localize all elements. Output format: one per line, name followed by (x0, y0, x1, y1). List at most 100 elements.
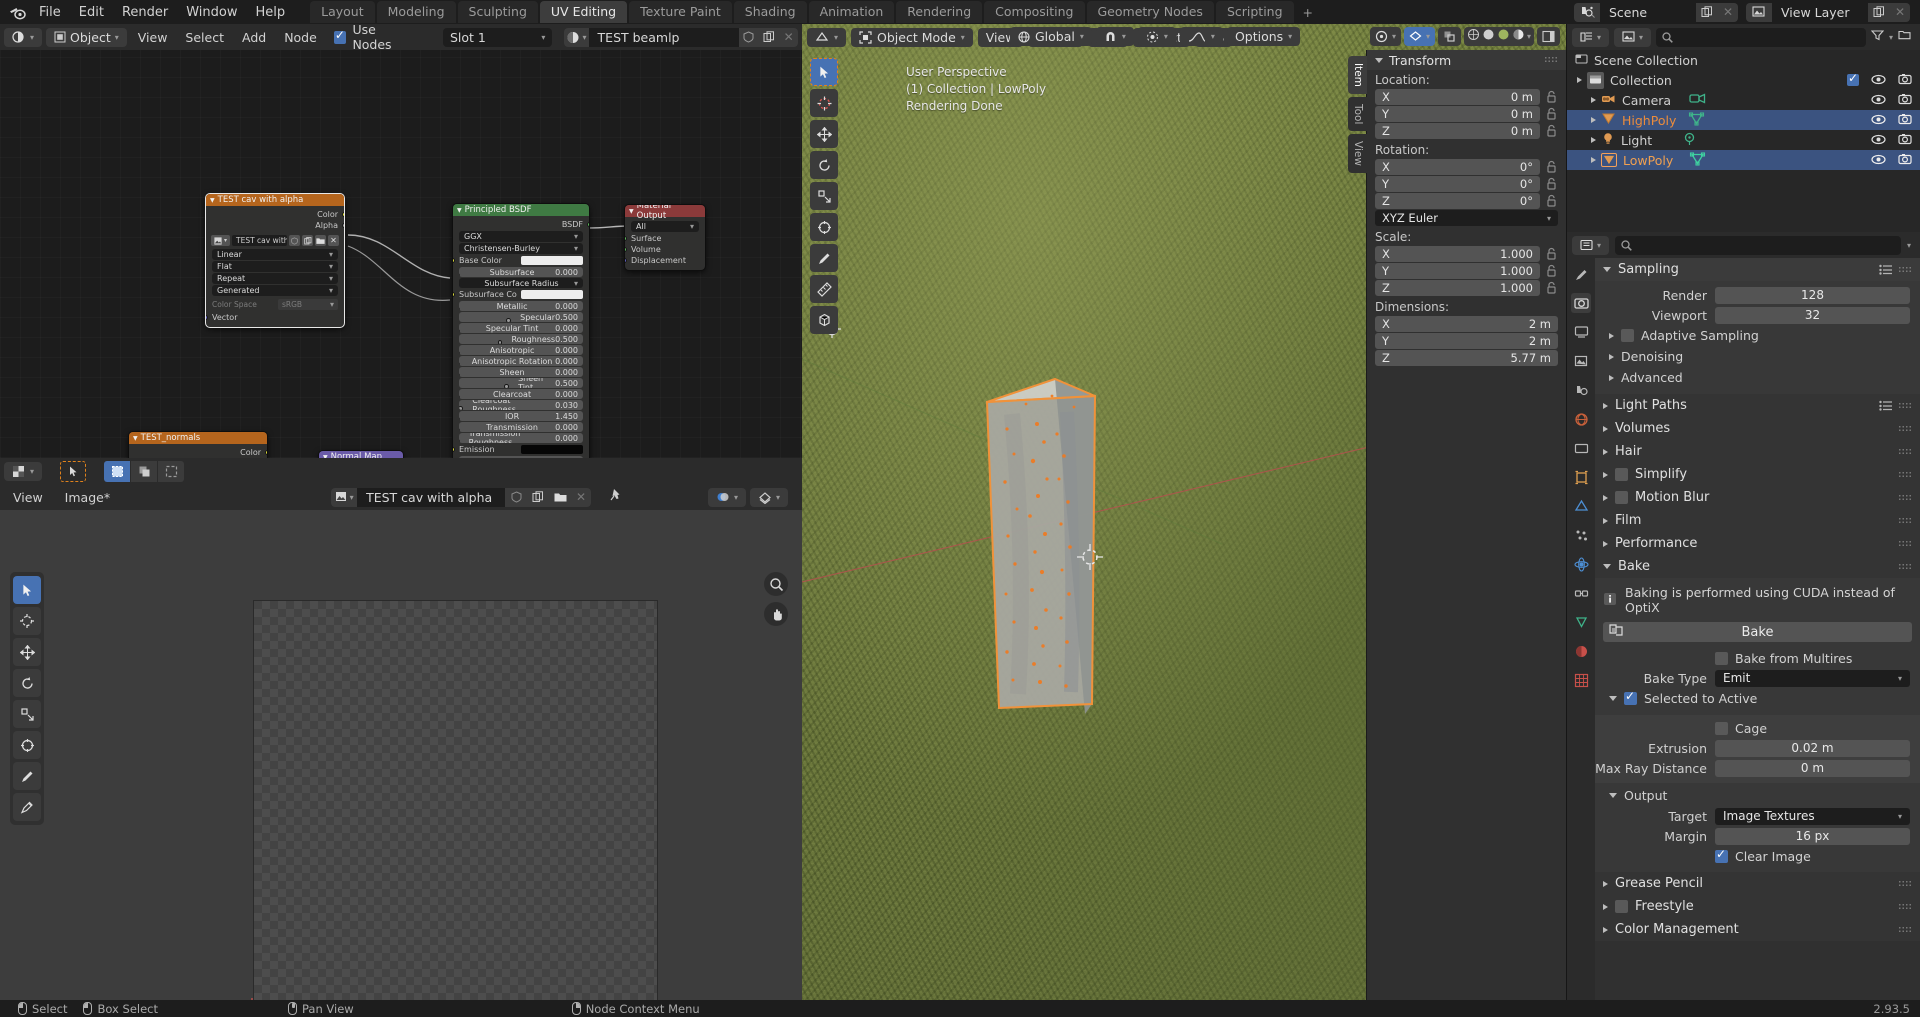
input-specular-tint[interactable]: Specular Tint 0.000 (459, 323, 583, 333)
ntab-item[interactable]: Item (1348, 56, 1367, 94)
tool-annotate[interactable] (13, 762, 41, 790)
tab-animation[interactable]: Animation (808, 1, 895, 23)
section-film-header[interactable]: Film (1595, 509, 1920, 532)
subsurface-method-dropdown[interactable]: Christensen-Burley ▾ (459, 243, 583, 254)
section-freestyle-header[interactable]: Freestyle (1595, 895, 1920, 918)
editor-type-selector[interactable]: ▾ (4, 27, 43, 47)
new-view-layer-icon[interactable] (1868, 2, 1890, 22)
viewport-sidebar-toggle[interactable] (1537, 27, 1560, 46)
freestyle-checkbox[interactable] (1615, 900, 1628, 913)
tool-tweak[interactable] (13, 576, 41, 604)
bake-type-dropdown[interactable]: Emit ▾ (1715, 669, 1910, 687)
lock-icon[interactable] (1545, 264, 1558, 278)
shading-wireframe-icon[interactable] (1467, 28, 1480, 45)
socket-icon[interactable] (459, 361, 460, 366)
colorspace-row[interactable]: Color Space sRGB ▾ (206, 297, 344, 312)
tab-rendering[interactable]: Rendering (896, 1, 983, 23)
socket-icon[interactable] (459, 416, 460, 421)
socket-icon[interactable] (265, 450, 267, 455)
material-copy-icon[interactable] (758, 27, 780, 47)
output-target-dropdown[interactable]: All ▾ (631, 221, 699, 232)
drag-grip-icon[interactable] (1898, 539, 1912, 548)
section-simplify-header[interactable]: Simplify (1595, 463, 1920, 486)
lock-icon[interactable] (1545, 194, 1558, 208)
uv-menu-image[interactable]: Image* (58, 490, 117, 505)
ptab-object[interactable] (1571, 467, 1591, 487)
scale-y-row[interactable]: Y 1.000 (1367, 263, 1566, 279)
shader-menu-select[interactable]: Select (178, 30, 231, 45)
camera-render-icon[interactable] (1898, 133, 1912, 148)
ptab-texture[interactable] (1571, 670, 1591, 690)
location-y-field[interactable]: Y0 m (1375, 106, 1540, 122)
node-header[interactable]: ▼ Material Output (625, 205, 705, 221)
cage-checkbox[interactable] (1715, 721, 1728, 735)
section-color-management-header[interactable]: Color Management (1595, 918, 1920, 941)
viewport-overlays-toggle[interactable]: ▾ (1403, 27, 1435, 46)
material-slot-selector[interactable]: Slot 1 ▾ (443, 27, 553, 47)
node-canvas[interactable]: ▼ TEST cav with alpha Color Alpha ▾ TEST… (0, 50, 802, 458)
socket-color-icon[interactable] (342, 212, 344, 217)
socket-icon[interactable] (625, 258, 627, 263)
node-output-bsdf[interactable]: BSDF (453, 219, 589, 230)
socket-icon[interactable] (459, 438, 460, 443)
mesh-data-icon[interactable] (1689, 151, 1706, 169)
shading-solid-icon[interactable] (1482, 28, 1495, 45)
properties-body[interactable]: Sampling Render 128 Viewport 32 Adaptive… (1595, 258, 1920, 1000)
uv-image-name[interactable]: TEST cav with alpha (357, 487, 506, 507)
expand-arrow-icon[interactable] (1603, 926, 1608, 933)
scale-x-row[interactable]: X 1.000 (1367, 246, 1566, 262)
scale-z-field[interactable]: Z 1.000 (1375, 280, 1540, 296)
menu-help[interactable]: Help (247, 3, 295, 22)
sampling-viewport-field[interactable]: 32 (1715, 306, 1910, 324)
node-normal-map[interactable]: ▼ Normal Map Normal Tangent Space▾ (318, 450, 404, 458)
input-surface[interactable]: Surface (625, 233, 705, 244)
margin-row[interactable]: Margin 16 px (1595, 826, 1920, 846)
shading-rendered-icon[interactable] (1512, 28, 1525, 45)
socket-icon[interactable] (453, 258, 455, 263)
uv-menu-view[interactable]: View (6, 490, 50, 505)
socket-alpha-icon[interactable] (342, 223, 344, 228)
bake-from-multires-row[interactable]: Bake from Multires (1595, 648, 1920, 668)
dimensions-y-field[interactable]: Y2 m (1375, 333, 1558, 349)
socket-icon[interactable] (625, 236, 627, 241)
select-extend-button[interactable] (131, 460, 158, 482)
sampling-render-field[interactable]: 128 (1715, 286, 1910, 304)
tool-rotate[interactable] (13, 669, 41, 697)
ptab-output[interactable] (1571, 322, 1591, 342)
simplify-checkbox[interactable] (1615, 468, 1628, 481)
shield-icon[interactable] (505, 487, 528, 507)
input-subsurface-radius[interactable]: Subsurface Radius ▾ (459, 278, 583, 288)
lock-icon[interactable] (1545, 281, 1558, 295)
input-anisotropic-rotation[interactable]: Anisotropic Rotation 0.000 (459, 356, 583, 366)
tab-sculpting[interactable]: Sculpting (457, 1, 538, 23)
drag-grip-icon[interactable] (1898, 562, 1912, 571)
ptab-world[interactable] (1571, 409, 1591, 429)
rotation-mode-row[interactable]: XYZ Euler ▾ (1367, 210, 1566, 226)
input-base-color[interactable]: Base Color (453, 255, 589, 266)
filter-icon[interactable] (1870, 29, 1885, 45)
node-image-texture-normals[interactable]: ▼ TEST_normals Color Alpha ▾ TEST_normal… (128, 431, 268, 458)
node-header[interactable]: ▼ Normal Map (319, 451, 403, 458)
socket-icon[interactable] (459, 283, 460, 288)
extension-dropdown[interactable]: Repeat ▾ (212, 273, 338, 284)
node-input-vector[interactable]: Vector (206, 312, 344, 323)
viewport-editor-type-selector[interactable]: ▾ (807, 27, 847, 47)
tool-add-cube[interactable] (810, 306, 838, 334)
material-icon[interactable]: ▾ (564, 27, 589, 47)
input-clearcoat-roughness[interactable]: Clearcoat Roughness 0.030 (459, 400, 583, 410)
location-x-field[interactable]: X0 m (1375, 89, 1540, 105)
menu-edit[interactable]: Edit (70, 3, 113, 22)
eye-icon[interactable] (1871, 133, 1886, 148)
dimensions-z-row[interactable]: Z 5.77 m (1367, 350, 1566, 366)
outliner-row-lowpoly[interactable]: LowPoly (1567, 150, 1920, 170)
ptab-scene[interactable] (1571, 380, 1591, 400)
node-image-id-block[interactable]: ▾ TEST cav with al.. ✕ (211, 235, 339, 246)
new-collection-icon[interactable] (1898, 29, 1911, 45)
expand-arrow-icon[interactable] (1591, 117, 1596, 123)
input-subsurface[interactable]: Subsurface 0.000 (459, 267, 583, 277)
subsurface-color-swatch[interactable] (521, 290, 583, 299)
input-ior[interactable]: IOR 1.450 (459, 411, 583, 421)
expand-arrow-icon[interactable] (1603, 903, 1608, 910)
drag-grip-icon[interactable] (1898, 925, 1912, 934)
location-z-row[interactable]: Z0 m (1367, 123, 1566, 139)
